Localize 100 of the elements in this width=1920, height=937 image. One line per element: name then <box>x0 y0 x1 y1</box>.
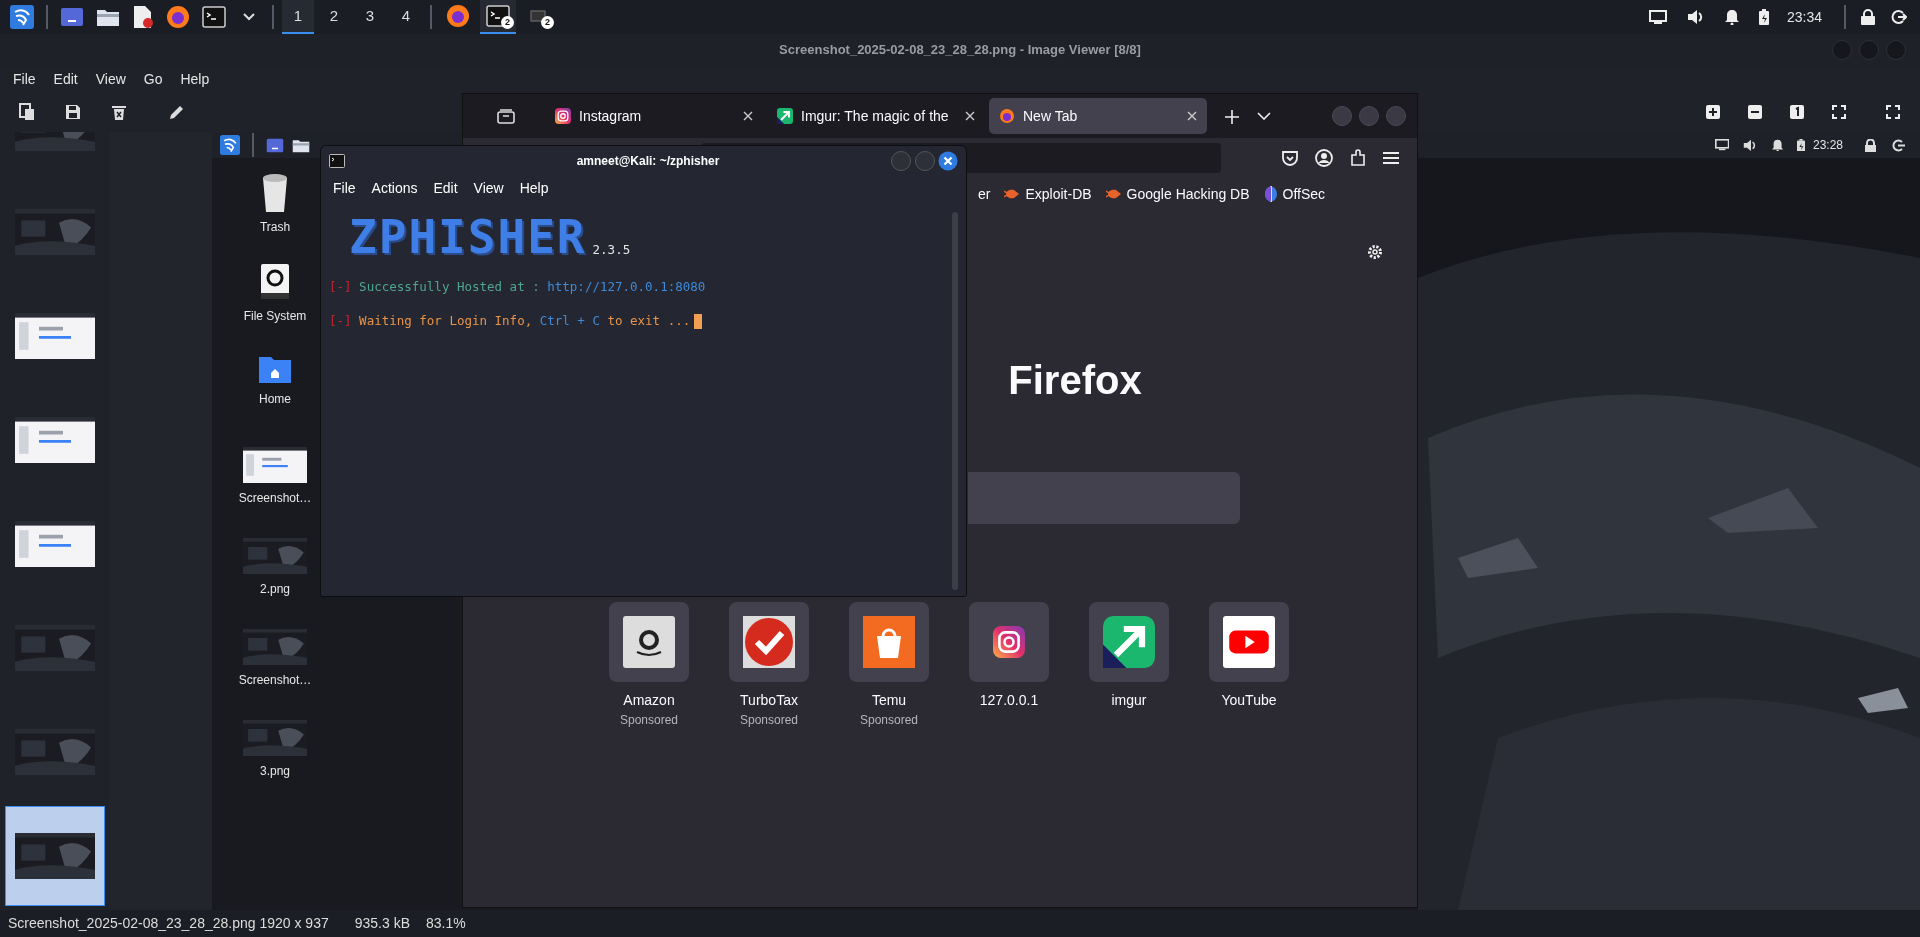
sponsored-text: Sponsored <box>739 712 798 729</box>
logout-icon[interactable] <box>1891 9 1907 25</box>
bell-icon[interactable] <box>1724 9 1739 25</box>
speaker-icon[interactable] <box>1686 9 1705 25</box>
menu-item[interactable]: Actions <box>363 177 426 199</box>
globe-icon <box>1263 186 1278 202</box>
shortcut-tile[interactable] <box>1209 602 1289 682</box>
bookmark-link[interactable]: Google Hacking DB <box>1105 183 1250 205</box>
status-text: 83.1% <box>426 914 466 933</box>
lock-icon[interactable] <box>1861 9 1875 25</box>
plus-icon[interactable] <box>1225 109 1239 124</box>
pencil-icon[interactable] <box>169 104 185 120</box>
shortcut-tile[interactable] <box>609 602 689 682</box>
desktop-icon[interactable] <box>60 7 84 27</box>
shortcut-tile[interactable] <box>1089 602 1169 682</box>
lock-icon <box>1865 138 1876 152</box>
version-text: 2.3.5 <box>592 241 631 260</box>
account-icon[interactable] <box>1315 149 1333 167</box>
icon-label[interactable]: 3.png <box>260 762 290 780</box>
actual-size-icon[interactable] <box>1790 105 1804 119</box>
bookmark-link[interactable]: OffSec <box>1263 183 1326 205</box>
status-text: Screenshot_2025-02-08_23_28_28.png 1920 x 937 <box>8 914 329 933</box>
close-icon[interactable] <box>938 151 958 171</box>
folder-icon[interactable] <box>292 137 310 153</box>
play-icon <box>1223 616 1275 668</box>
chevron-down-icon[interactable] <box>1257 112 1271 120</box>
workspace-button[interactable]: 4 <box>390 0 422 34</box>
display-icon[interactable] <box>1648 10 1667 24</box>
trash-icon[interactable] <box>112 104 126 120</box>
workspace-button[interactable]: 2 <box>318 0 350 34</box>
folder-icon[interactable] <box>258 354 292 384</box>
drive-icon[interactable] <box>260 263 290 301</box>
battery-icon[interactable] <box>1758 9 1769 25</box>
workspace-button[interactable]: 1 <box>282 0 314 34</box>
sponsored-text: Sponsored <box>619 712 678 729</box>
firefox-icon[interactable] <box>446 4 470 28</box>
icon-label[interactable]: 2.png <box>260 580 290 598</box>
menu-item[interactable]: Edit <box>425 177 466 199</box>
firefox-icon <box>999 108 1015 124</box>
menu-item[interactable]: Help <box>511 177 557 199</box>
menu-icon[interactable] <box>1383 151 1399 165</box>
icon-label[interactable]: Screenshot… <box>238 489 312 507</box>
clock-text: 23:28 <box>1812 137 1843 154</box>
save-icon[interactable] <box>65 104 81 120</box>
puzzle-icon[interactable] <box>1349 149 1367 167</box>
zoom-in-icon[interactable] <box>1706 105 1720 119</box>
menu-item[interactable]: View <box>86 68 135 90</box>
workspace-button[interactable]: 3 <box>354 0 386 34</box>
letter-a-icon <box>623 616 675 668</box>
bookmark-link[interactable]: er <box>978 183 991 205</box>
close-icon[interactable] <box>1187 111 1197 121</box>
shortcut-tile[interactable] <box>969 602 1049 682</box>
icon-label[interactable]: Screenshot… <box>238 671 312 689</box>
pocket-icon[interactable] <box>1281 149 1299 167</box>
fullscreen-icon[interactable] <box>1886 105 1900 119</box>
settings-icon[interactable] <box>1367 244 1383 260</box>
shopping-bag-icon <box>863 616 915 668</box>
icon-label[interactable]: Trash <box>259 218 291 236</box>
taskbar-button[interactable]: 2 <box>480 0 516 34</box>
tab-title: New Tab <box>1023 106 1079 126</box>
terminal-icon[interactable] <box>486 5 510 27</box>
copy-icon[interactable] <box>19 103 35 121</box>
menu-item[interactable]: File <box>4 68 45 90</box>
desktop-icon[interactable] <box>266 137 284 153</box>
fit-icon[interactable] <box>1832 105 1846 119</box>
close-icon[interactable] <box>965 111 975 121</box>
bookmark-link[interactable]: Exploit-DB <box>1004 183 1092 205</box>
firefox-icon[interactable] <box>166 5 190 29</box>
scrollbar[interactable] <box>952 212 958 590</box>
bell-icon <box>1771 138 1783 152</box>
menu-item[interactable]: Help <box>171 68 219 90</box>
count-badge: 2 <box>541 16 554 29</box>
speaker-icon <box>1743 138 1758 152</box>
folder-icon[interactable] <box>96 7 120 27</box>
count-badge: 2 <box>501 16 514 29</box>
window-title: Screenshot_2025-02-08_23_28_28.png - Image Viewer [8/8] <box>779 41 1141 60</box>
trash-icon[interactable] <box>261 172 289 212</box>
taskbar-button[interactable]: 2 <box>520 0 556 34</box>
menu-item[interactable]: File <box>325 177 364 199</box>
menu-item[interactable]: View <box>465 177 512 199</box>
icon-label[interactable]: File System <box>243 307 307 325</box>
terminal-icon[interactable] <box>202 6 226 28</box>
browser-tab[interactable]: New Tab <box>989 98 1207 134</box>
browser-tab[interactable]: Imgur: The magic of the <box>767 98 985 134</box>
browser-tab[interactable]: Instagram <box>545 98 763 134</box>
shortcut-label: imgur <box>1111 691 1147 710</box>
menu-item[interactable]: Go <box>134 68 172 90</box>
tab-overview-icon[interactable] <box>497 108 515 124</box>
shortcut-tile[interactable] <box>729 602 809 682</box>
menu-item[interactable]: Edit <box>44 68 87 90</box>
shortcut-label: YouTube <box>1221 691 1277 710</box>
thumbnail[interactable] <box>5 806 105 906</box>
shortcut-tile[interactable] <box>849 602 929 682</box>
search-field[interactable] <box>968 472 1240 524</box>
zoom-out-icon[interactable] <box>1748 105 1762 119</box>
window-icon[interactable] <box>530 10 546 22</box>
close-icon[interactable] <box>743 111 753 121</box>
icon-label[interactable]: Home <box>259 390 291 408</box>
document-icon[interactable] <box>132 5 154 29</box>
caret-down-icon[interactable] <box>243 13 255 21</box>
